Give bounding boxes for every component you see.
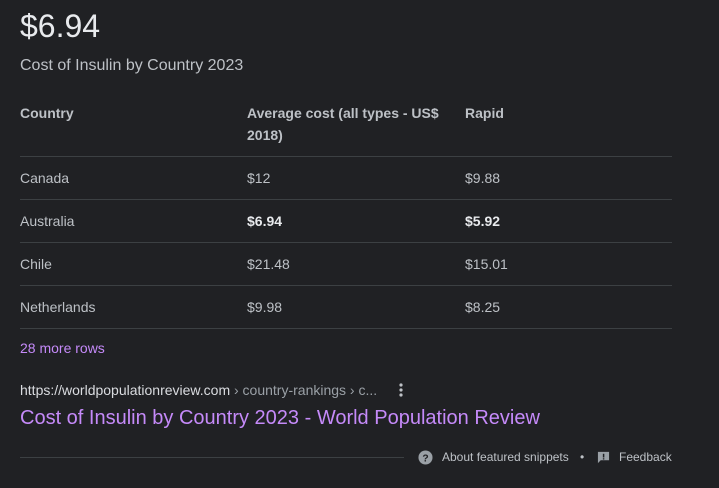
cell-country: Canada <box>20 156 247 200</box>
cell-average: $6.94 <box>247 199 465 243</box>
table-row: Netherlands $9.98 $8.25 <box>20 285 672 329</box>
header-rapid: Rapid <box>465 98 672 157</box>
help-circle-icon: ? <box>418 449 433 465</box>
header-country: Country <box>20 98 247 157</box>
cell-rapid: $15.01 <box>465 242 672 286</box>
source-domain: https://worldpopulationreview.com <box>20 382 231 398</box>
snippet-answer: $6.94 <box>20 8 101 44</box>
cell-average: $9.98 <box>247 285 465 329</box>
footer-separator: • <box>580 450 585 464</box>
cell-country: Chile <box>20 242 247 286</box>
more-rows-link[interactable]: 28 more rows <box>20 339 105 357</box>
feedback-button[interactable]: Feedback <box>597 447 672 467</box>
snippet-subtitle: Cost of Insulin by Country 2023 <box>20 57 244 74</box>
cell-country: Australia <box>20 199 247 243</box>
about-featured-snippets-label: About featured snippets <box>442 450 569 464</box>
table-row: Chile $21.48 $15.01 <box>20 242 672 286</box>
feedback-icon <box>597 451 610 463</box>
table-header-row: Country Average cost (all types - US$ 20… <box>20 98 672 157</box>
featured-snippet: $6.94 Cost of Insulin by Country 2023 Co… <box>0 0 719 488</box>
result-title-link[interactable]: Cost of Insulin by Country 2023 - World … <box>20 405 540 431</box>
footer-divider <box>20 457 404 458</box>
snippet-table: Country Average cost (all types - US$ 20… <box>20 98 672 329</box>
cell-average: $21.48 <box>247 242 465 286</box>
cell-country: Netherlands <box>20 285 247 329</box>
cell-average: $12 <box>247 156 465 200</box>
feedback-label: Feedback <box>619 450 672 464</box>
cell-rapid: $5.92 <box>465 199 672 243</box>
header-average-cost: Average cost (all types - US$ 2018) <box>247 98 465 157</box>
cell-rapid: $9.88 <box>465 156 672 200</box>
svg-text:?: ? <box>422 453 428 464</box>
more-options-button[interactable] <box>393 380 409 400</box>
source-path: › country-rankings › c... <box>230 382 378 398</box>
table-row: Canada $12 $9.88 <box>20 156 672 200</box>
source-citation[interactable]: https://worldpopulationreview.com › coun… <box>20 381 377 399</box>
about-featured-snippets-button[interactable]: ? About featured snippets <box>418 447 569 467</box>
more-vert-icon <box>399 383 403 397</box>
table-row: Australia $6.94 $5.92 <box>20 199 672 243</box>
cell-rapid: $8.25 <box>465 285 672 329</box>
